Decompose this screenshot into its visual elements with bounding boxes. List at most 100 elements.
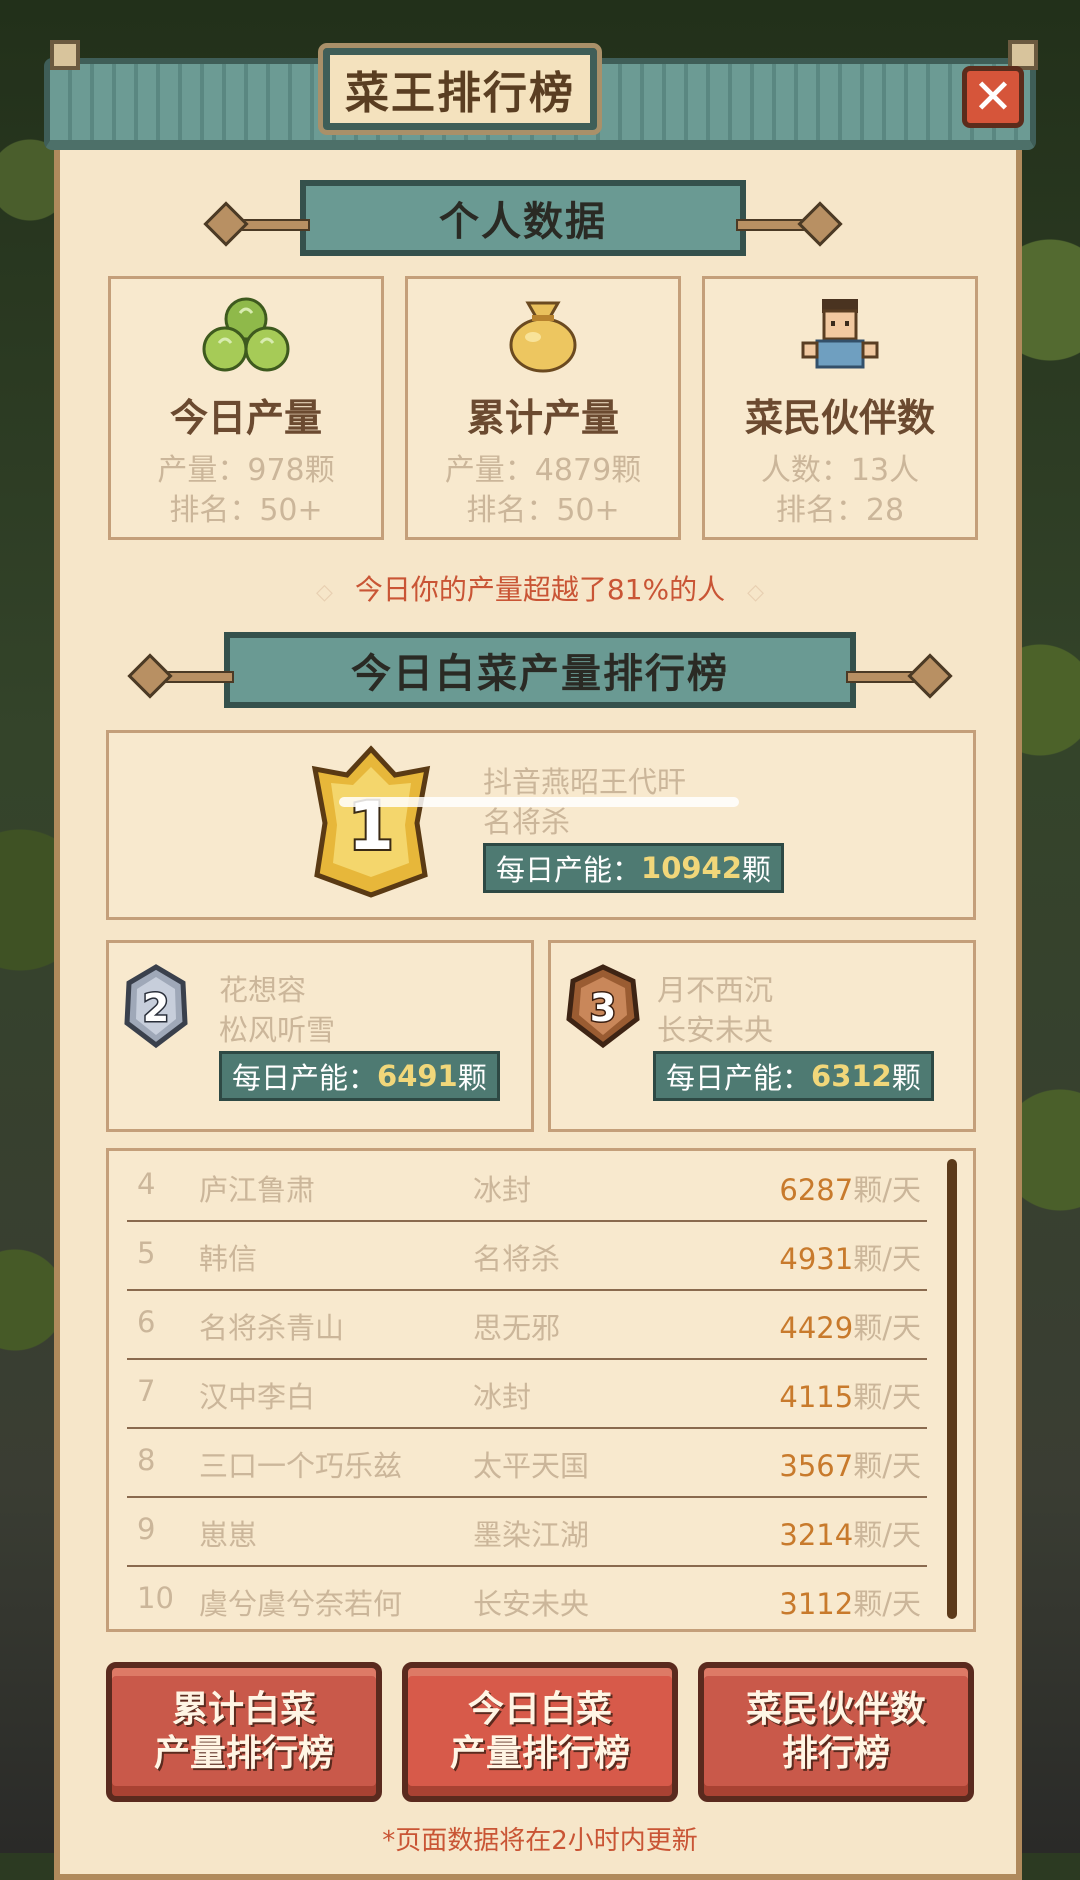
rank-1-card[interactable]: 1 抖音燕昭王代旰 名将杀 每日产能： 10942 颗 [106,730,976,920]
row-value-number: 3567 [779,1449,854,1483]
rank-3-card[interactable]: 3 月不西沉 长安未央 每日产能： 6312 颗 [548,940,976,1132]
rank-1-capacity-value: 10942 [641,851,742,885]
row-server: 墨染江湖 [473,1518,590,1552]
ranking-banner: 今日白菜产量排行榜 [127,632,953,708]
stat-card-partners-rank: 排名：28 [775,493,905,528]
stat-card-partners-count: 人数：13人 [760,453,920,488]
row-player: 三口一个巧乐兹 [199,1449,403,1483]
ranking-list[interactable]: 4 庐江鲁肃 冰封 6287颗/天 5 韩信 名将杀 4931颗/天 6 名将杀… [106,1148,976,1632]
row-value-unit: 颗/天 [853,1518,921,1552]
rank-2-capacity-label: 每日产能： [232,1061,378,1095]
row-player: 崽崽 [199,1518,258,1552]
row-value-unit: 颗/天 [853,1242,921,1276]
svg-text:2: 2 [143,986,169,1030]
gold-medal-1-icon: 1 [311,745,431,898]
tab-total-cabbage-ranking[interactable]: 累计白菜 产量排行榜 [106,1662,382,1802]
close-icon: ✕ [972,69,1014,125]
silver-medal-2-icon: 2 [124,964,188,1049]
surpass-hint: ◇ 今日你的产量超越了81%的人 ◇ [0,568,1080,608]
row-player: 韩信 [199,1242,258,1276]
rank-3-server: 长安未央 [657,1013,774,1047]
row-player: 名将杀青山 [199,1311,345,1345]
tab-partner-count-ranking[interactable]: 菜民伙伴数 排行榜 [698,1662,974,1802]
row-value: 3214颗/天 [779,1512,921,1554]
stat-card-total-name: 累计产量 [466,396,619,440]
row-value: 4931颗/天 [779,1236,921,1278]
money-bag-icon [509,301,577,373]
stat-card-total: 累计产量 产量：4879颗 排名：50+ [405,276,681,540]
row-server: 太平天国 [473,1449,590,1483]
diamond-right-icon: ◇ [747,580,765,605]
ranking-row[interactable]: 5 韩信 名将杀 4931颗/天 [127,1220,927,1291]
ranking-row[interactable]: 8 三口一个巧乐兹 太平天国 3567颗/天 [127,1427,927,1498]
surpass-hint-text: 今日你的产量超越了81%的人 [354,573,726,606]
close-button[interactable]: ✕ [962,66,1024,128]
personal-data-banner: 个人数据 [203,180,843,256]
row-server: 冰封 [473,1380,532,1414]
stat-card-today-output: 产量：978颗 [157,453,335,488]
rank-2-capacity: 每日产能： 6491 颗 [219,1051,500,1101]
cabbage-icon [202,297,290,372]
row-rank: 8 [137,1443,156,1477]
row-value-unit: 颗/天 [853,1587,921,1621]
stat-card-today-rank: 排名：50+ [169,493,323,528]
ranking-row[interactable]: 9 崽崽 墨染江湖 3214颗/天 [127,1496,927,1567]
row-value: 4115颗/天 [779,1374,921,1416]
rank-3-capacity: 每日产能： 6312 颗 [653,1051,934,1101]
row-server: 冰封 [473,1173,532,1207]
rank-2-capacity-unit: 颗 [457,1061,487,1095]
rank-3-player: 月不西沉 [657,973,774,1007]
row-rank: 4 [137,1167,156,1201]
row-value-number: 3112 [779,1587,854,1621]
row-rank: 9 [137,1512,156,1546]
rank-1-capacity: 每日产能： 10942 颗 [483,843,784,893]
row-value-number: 4429 [779,1311,854,1345]
list-scrollbar[interactable] [947,1159,957,1619]
row-value: 3112颗/天 [779,1581,921,1623]
row-value-unit: 颗/天 [853,1173,921,1207]
window-title: 菜王排行榜 [345,68,575,119]
rank-3-capacity-unit: 颗 [891,1061,921,1095]
ranking-row[interactable]: 4 庐江鲁肃 冰封 6287颗/天 [127,1151,927,1222]
personal-data-title: 个人数据 [439,199,607,245]
farmer-avatar-icon [801,299,879,369]
update-footnote: *页面数据将在2小时内更新 [382,1826,698,1856]
stat-card-total-output: 产量：4879颗 [444,453,642,488]
rank-1-server: 名将杀 [483,805,571,839]
rank-2-capacity-value: 6491 [377,1059,458,1093]
row-rank: 5 [137,1236,156,1270]
row-player: 庐江鲁肃 [199,1173,316,1207]
window-title-plaque: 菜王排行榜 [318,43,602,135]
row-value-unit: 颗/天 [853,1311,921,1345]
stat-card-partners-name: 菜民伙伴数 [744,396,935,440]
rank-3-capacity-label: 每日产能： [666,1061,812,1095]
rank-3-capacity-value: 6312 [811,1059,892,1093]
row-server: 思无邪 [473,1311,561,1345]
row-value-number: 6287 [779,1173,854,1207]
bronze-medal-3-icon: 3 [566,964,640,1049]
ranking-row[interactable]: 10 虞兮虞兮奈若何 长安未央 3112颗/天 [127,1565,927,1629]
rank-1-capacity-unit: 颗 [741,853,771,887]
stat-card-partners: 菜民伙伴数 人数：13人 排名：28 [702,276,978,540]
tab-today-cabbage-ranking[interactable]: 今日白菜 产量排行榜 [402,1662,678,1802]
row-server: 长安未央 [473,1587,590,1621]
rank-2-player: 花想容 [219,973,307,1007]
rank-2-card[interactable]: 2 花想容 松风听雪 每日产能： 6491 颗 [106,940,534,1132]
rank-1-capacity-label: 每日产能： [496,853,642,887]
ranking-row[interactable]: 6 名将杀青山 思无邪 4429颗/天 [127,1289,927,1360]
row-value: 6287颗/天 [779,1167,921,1209]
ranking-row[interactable]: 7 汉中李白 冰封 4115颗/天 [127,1358,927,1429]
stat-card-today: 今日产量 产量：978颗 排名：50+ [108,276,384,540]
row-rank: 6 [137,1305,156,1339]
row-rank: 7 [137,1374,156,1408]
rank-2-server: 松风听雪 [219,1013,336,1047]
tab-total-cabbage-ranking-label: 累计白菜 产量排行榜 [153,1689,334,1774]
svg-text:3: 3 [590,986,616,1030]
row-value-unit: 颗/天 [853,1449,921,1483]
roof-post-left [50,40,80,70]
row-value-unit: 颗/天 [853,1380,921,1414]
row-value: 3567颗/天 [779,1443,921,1485]
row-value-number: 4931 [779,1242,854,1276]
row-player: 虞兮虞兮奈若何 [199,1587,403,1621]
row-value-number: 4115 [779,1380,854,1414]
